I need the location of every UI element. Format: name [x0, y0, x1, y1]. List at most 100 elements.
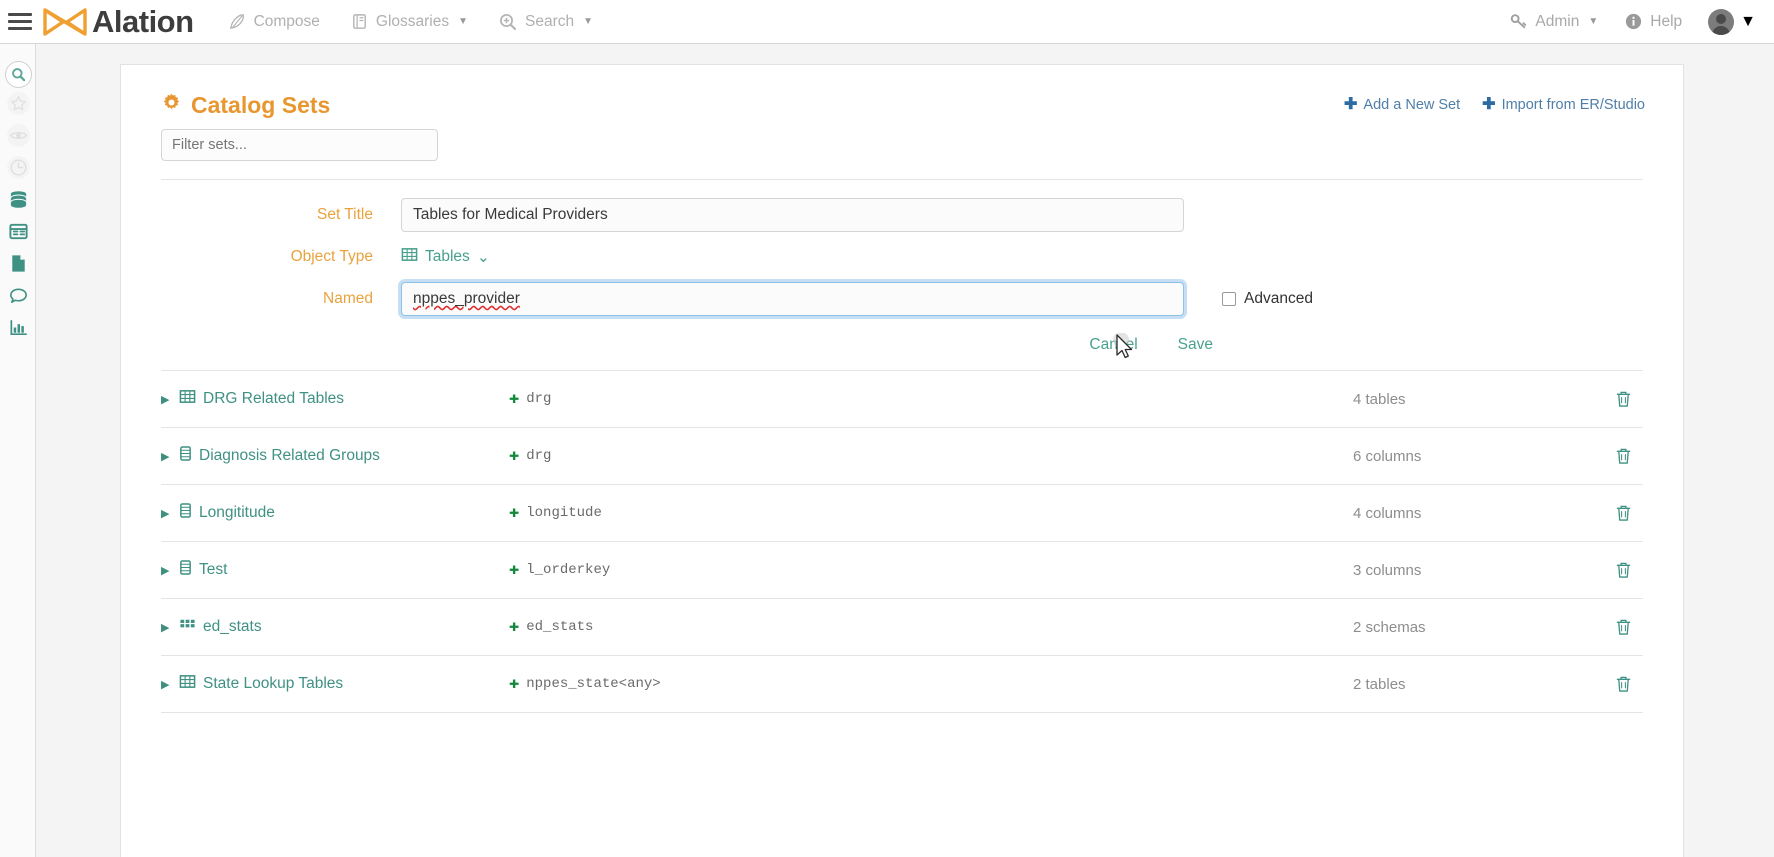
advanced-checkbox-group[interactable]: Advanced: [1222, 290, 1313, 308]
table-row[interactable]: ▶ ed_stats ✚ ed_stats 2 schemas: [161, 599, 1643, 656]
set-query: ✚ l_orderkey: [509, 562, 1353, 579]
table-row[interactable]: ▶ Diagnosis Related Groups ✚ drg 6 colum…: [161, 428, 1643, 485]
avatar: [1708, 8, 1735, 35]
chat-icon: [8, 285, 29, 311]
save-button[interactable]: Save: [1178, 336, 1213, 354]
rail-item-search[interactable]: [0, 58, 36, 90]
expand-arrow-icon[interactable]: ▶: [161, 564, 179, 577]
named-input[interactable]: nppes_provider: [401, 282, 1184, 316]
set-edit-form: Set Title Object Type Tables ⌄ Named npp…: [121, 180, 1683, 354]
plus-icon: ✚: [1344, 96, 1358, 113]
document-icon: [8, 253, 29, 279]
set-query-text: drg: [526, 448, 552, 464]
trash-icon: [1616, 562, 1630, 578]
filter-sets-input[interactable]: [161, 129, 438, 161]
nav-item-search[interactable]: Search ▼: [498, 12, 593, 32]
set-name-label: Longititude: [199, 504, 275, 521]
alation-logo[interactable]: Alation: [42, 4, 194, 40]
expand-arrow-icon[interactable]: ▶: [161, 450, 179, 463]
set-name[interactable]: ed_stats: [179, 616, 509, 638]
set-query: ✚ longitude: [509, 505, 1353, 522]
set-count: 2 tables: [1353, 675, 1406, 693]
hamburger-menu-icon[interactable]: [8, 10, 32, 34]
set-name-label: DRG Related Tables: [203, 390, 345, 407]
trash-icon: [1616, 676, 1630, 692]
expand-arrow-icon[interactable]: ▶: [161, 621, 179, 634]
left-icon-rail: [0, 44, 36, 857]
object-type-dropdown[interactable]: Tables ⌄: [401, 246, 490, 268]
brand-name: Alation: [92, 3, 194, 39]
set-count: 3 columns: [1353, 561, 1422, 579]
nav-item-admin[interactable]: Admin ▼: [1509, 12, 1598, 31]
table-row[interactable]: ▶ Longititude ✚ longitude 4 columns: [161, 485, 1643, 542]
set-name[interactable]: Longititude: [179, 502, 509, 524]
rail-item-conversations[interactable]: [0, 282, 36, 314]
expand-arrow-icon[interactable]: ▶: [161, 507, 179, 520]
search-plus-icon: [498, 12, 518, 32]
plus-icon: ✚: [509, 674, 520, 694]
column-icon: [179, 445, 192, 467]
nav-item-compose[interactable]: Compose: [228, 12, 320, 31]
form-row-named: Named nppes_provider Advanced: [161, 282, 1643, 316]
advanced-checkbox[interactable]: [1222, 292, 1236, 306]
rail-item-articles[interactable]: [0, 250, 36, 282]
rail-item-tables[interactable]: [0, 218, 36, 250]
rail-item-recent[interactable]: [0, 154, 36, 186]
delete-set-button[interactable]: [1603, 618, 1643, 636]
top-navigation-bar: Alation Compose Glossaries ▼ Search ▼ Ad…: [0, 0, 1774, 44]
advanced-label: Advanced: [1244, 290, 1313, 307]
set-count: 2 schemas: [1353, 618, 1426, 636]
plus-icon: ✚: [509, 617, 520, 637]
delete-set-button[interactable]: [1603, 675, 1643, 693]
import-er-studio-button[interactable]: ✚ Import from ER/Studio: [1482, 96, 1645, 114]
trash-icon: [1616, 448, 1630, 464]
expand-arrow-icon[interactable]: ▶: [161, 678, 179, 691]
set-query-text: ed_stats: [526, 619, 594, 635]
plus-icon: ✚: [509, 446, 520, 466]
rail-item-watched[interactable]: [0, 122, 36, 154]
bar-chart-icon: [8, 317, 29, 343]
set-name[interactable]: Test: [179, 559, 509, 581]
column-icon: [179, 559, 192, 581]
rail-item-data-sources[interactable]: [0, 186, 36, 218]
object-type-value: Tables: [425, 248, 470, 265]
chevron-down-icon: ▼: [583, 16, 594, 27]
plus-icon: ✚: [509, 503, 520, 523]
set-name[interactable]: DRG Related Tables: [179, 388, 509, 410]
set-query-text: l_orderkey: [526, 562, 611, 578]
set-name-label: ed_stats: [203, 618, 262, 635]
delete-set-button[interactable]: [1603, 390, 1643, 408]
delete-set-button[interactable]: [1603, 504, 1643, 522]
set-name[interactable]: State Lookup Tables: [179, 673, 509, 695]
book-icon: [350, 12, 369, 31]
rail-item-favorites[interactable]: [0, 90, 36, 122]
table-row[interactable]: ▶ State Lookup Tables ✚ nppes_state<any>…: [161, 656, 1643, 713]
set-query-text: nppes_state<any>: [526, 676, 661, 692]
named-value: nppes_provider: [413, 290, 520, 307]
table-row[interactable]: ▶ DRG Related Tables ✚ drg 4 tables: [161, 371, 1643, 428]
add-new-set-button[interactable]: ✚ Add a New Set: [1344, 96, 1461, 114]
filter-row: [121, 123, 1683, 161]
nav-item-glossaries[interactable]: Glossaries ▼: [350, 12, 468, 31]
plus-icon: ✚: [1482, 96, 1496, 113]
set-name[interactable]: Diagnosis Related Groups: [179, 445, 509, 467]
delete-set-button[interactable]: [1603, 447, 1643, 465]
delete-set-button[interactable]: [1603, 561, 1643, 579]
table-row[interactable]: ▶ Test ✚ l_orderkey 3 columns: [161, 542, 1643, 599]
add-new-set-label: Add a New Set: [1363, 97, 1461, 113]
table-grid-icon: [179, 673, 196, 695]
cancel-button[interactable]: Cancel: [1089, 336, 1137, 354]
nav-label-compose: Compose: [253, 12, 320, 30]
rail-item-analytics[interactable]: [0, 314, 36, 346]
expand-arrow-icon[interactable]: ▶: [161, 393, 179, 406]
nav-item-help[interactable]: Help: [1624, 12, 1682, 31]
nav-label-help: Help: [1650, 12, 1683, 30]
set-title-input[interactable]: [401, 198, 1184, 232]
feather-icon: [228, 12, 247, 31]
user-menu[interactable]: ▼: [1708, 8, 1756, 35]
form-row-set-title: Set Title: [161, 198, 1643, 232]
table-icon: [8, 221, 29, 247]
set-count: 4 tables: [1353, 390, 1406, 408]
set-query: ✚ drg: [509, 448, 1353, 465]
clock-icon: [6, 155, 31, 185]
